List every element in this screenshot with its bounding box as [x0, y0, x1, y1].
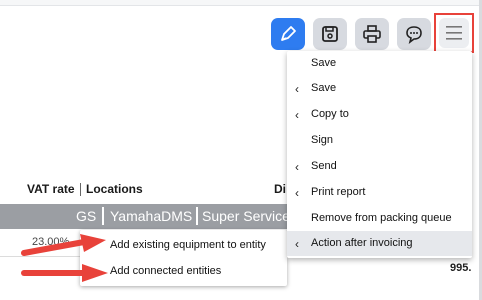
group-gs: GS: [76, 208, 97, 224]
header-locations[interactable]: Locations: [86, 182, 143, 198]
save-button[interactable]: [313, 18, 347, 50]
top-strip: [0, 0, 482, 300]
context-menu: Add existing equipment to entity Add con…: [80, 230, 287, 286]
chevron-left-icon: ‹: [295, 237, 299, 251]
header-di[interactable]: Di: [274, 182, 286, 198]
red-arrow-icon: [21, 264, 108, 282]
amount-value: 995.: [450, 262, 472, 274]
menu-item-label: Copy to: [311, 108, 349, 120]
menu-item-remove-from-packing-queue[interactable]: Remove from packing queue: [287, 206, 472, 231]
chevron-left-icon: ‹: [295, 160, 299, 174]
menu-item-copy-to[interactable]: ‹ Copy to: [287, 102, 472, 127]
menu-item-label: Save: [311, 57, 337, 69]
chat-bubble-icon: [406, 26, 422, 44]
chevron-left-icon: ‹: [295, 108, 299, 122]
edit-button[interactable]: [271, 18, 305, 50]
group-yamahadms: YamahaDMS: [110, 208, 193, 224]
menu-item-print-report[interactable]: ‹ Print report: [287, 180, 472, 205]
menu-item-save-submenu[interactable]: ‹ Save: [287, 76, 472, 101]
context-item-add-existing-equipment[interactable]: Add existing equipment to entity: [110, 239, 266, 251]
group-super-service: Super Service: [202, 208, 290, 224]
band-separator: [196, 207, 198, 225]
menu-item-label: Print report: [311, 186, 366, 198]
chevron-left-icon: ‹: [295, 82, 299, 96]
context-item-add-connected-entities[interactable]: Add connected entities: [110, 265, 221, 277]
chevron-left-icon: ‹: [295, 186, 299, 200]
menu-item-label: Save: [311, 82, 337, 94]
pen-icon: [281, 26, 296, 41]
printer-icon: [363, 25, 381, 43]
print-button[interactable]: [355, 18, 389, 50]
main-dropdown-menu: Save ‹ Save ‹ Copy to Sign ‹ Send ‹ Prin…: [287, 51, 472, 258]
column-separator: [80, 183, 81, 196]
menu-item-sign[interactable]: Sign: [287, 128, 472, 153]
menu-button[interactable]: [439, 18, 469, 48]
floppy-disk-icon: [322, 26, 338, 42]
comment-button[interactable]: [397, 18, 431, 50]
band-separator: [102, 207, 104, 225]
red-arrow-icon: [21, 234, 106, 256]
menu-item-action-after-invoicing[interactable]: ‹ Action after invoicing: [287, 231, 472, 256]
menu-item-send[interactable]: ‹ Send: [287, 154, 472, 179]
menu-item-label: Send: [311, 160, 337, 172]
menu-item-label: Sign: [311, 134, 334, 146]
header-vat-rate[interactable]: VAT rate: [27, 182, 75, 198]
menu-item-save[interactable]: Save: [287, 51, 472, 76]
hamburger-icon: [446, 26, 462, 40]
menu-item-label: Action after invoicing: [311, 237, 413, 249]
menu-item-label: Remove from packing queue: [311, 212, 452, 224]
menu-highlight: [434, 13, 474, 53]
